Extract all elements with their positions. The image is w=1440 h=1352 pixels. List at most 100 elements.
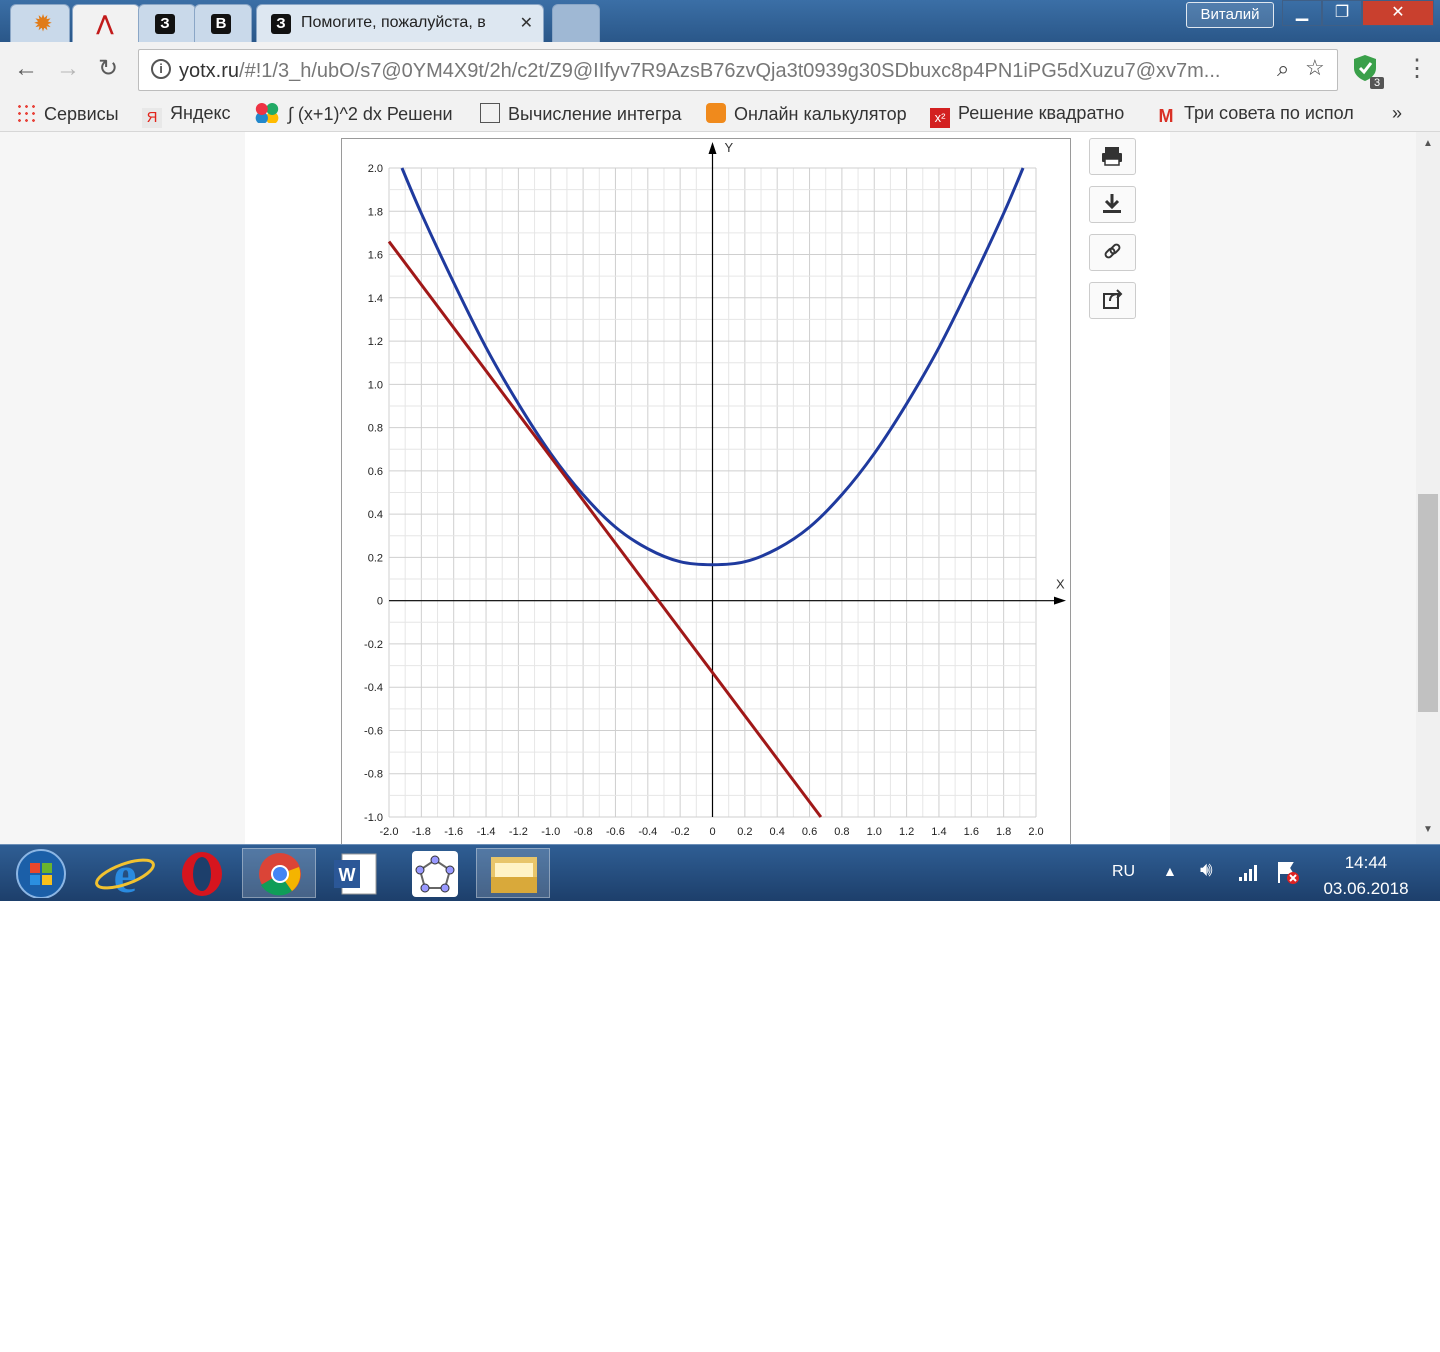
tab-title: Помогите, пожалуйста, в — [301, 14, 486, 31]
taskbar-opera[interactable] — [165, 848, 239, 898]
zoom-icon[interactable]: ⌕ — [1269, 56, 1290, 82]
tick-labels: -2.0 -1.8 -1.6 -1.4 -1.2 -1.0 -0.8 -0.6 -0.4 -0.2… — [364, 163, 1044, 838]
axes: XY — [389, 140, 1066, 817]
graph-panel: XY -2.0 -1.8 -1.6 -1.4 -1.2 -1.0 -0.8 -0.6 -0.4-… — [341, 138, 1071, 844]
yandex-icon: Я — [142, 108, 162, 128]
y-tick-label: 0.4 — [368, 509, 383, 521]
bookmark-services[interactable]: Сервисы — [16, 103, 119, 125]
y-axis-label: Y — [725, 140, 734, 155]
x-tick-label: 0.8 — [834, 826, 849, 838]
signal-icon[interactable] — [1238, 863, 1260, 883]
reload-icon[interactable]: ↻ — [98, 56, 118, 82]
bookmarks-more-button[interactable]: » — [1392, 103, 1402, 124]
x-axis-label: X — [1056, 577, 1065, 592]
taskbar-geogebra[interactable] — [398, 848, 472, 898]
y-tick-label: -1.0 — [364, 812, 383, 824]
back-icon[interactable]: ← — [14, 56, 38, 82]
bookmark-integral[interactable]: ∫ (x+1)^2 dx Решени — [254, 103, 453, 125]
y-tick-label: 1.4 — [368, 293, 383, 305]
letter-v-icon: B — [211, 14, 231, 34]
maximize-button[interactable]: ❐ — [1322, 0, 1362, 26]
y-tick-label: 1.0 — [368, 379, 383, 391]
calculator-icon — [706, 103, 726, 123]
address-bar[interactable]: i yotx.ru/#!1/3_h/ubO/s7@0YM4X9t/2h/c2t/… — [138, 49, 1338, 91]
clock-time[interactable]: 14:44 — [1320, 853, 1412, 873]
scrollbar-thumb[interactable] — [1418, 494, 1438, 712]
forward-icon[interactable]: → — [56, 56, 80, 82]
tab-pinned-active[interactable]: ⋀ — [72, 4, 140, 42]
x-tick-label: 0.4 — [770, 826, 785, 838]
action-center-flag-icon[interactable] — [1274, 859, 1300, 885]
volume-icon[interactable]: 🔊︎ — [1200, 859, 1213, 882]
download-icon — [1103, 194, 1121, 213]
share-icon — [1103, 289, 1123, 309]
print-button[interactable] — [1089, 138, 1136, 175]
menu-icon[interactable]: ⋮ — [1405, 56, 1429, 82]
bookmark-quadratic[interactable]: x² Решение квадратно — [930, 103, 1124, 128]
profile-button[interactable]: Виталий — [1186, 2, 1274, 28]
url-text: yotx.ru/#!1/3_h/ubO/s7@0YM4X9t/2h/c2t/Z9… — [179, 60, 1220, 83]
browser-titlebar: ✹ ⋀ З B З Помогите, пожалуйста, в ✕ Вита… — [0, 0, 1440, 42]
colored-circles-icon — [254, 103, 280, 123]
y-tick-label: -0.4 — [364, 682, 383, 694]
x-tick-label: -0.2 — [671, 826, 690, 838]
taskbar-word[interactable]: W — [320, 848, 394, 898]
letter-z-icon: З — [271, 14, 291, 34]
x-tick-label: -1.8 — [412, 826, 431, 838]
info-icon[interactable]: i — [151, 59, 171, 79]
gmail-icon: M — [1158, 106, 1174, 126]
y-tick-label: 0.2 — [368, 552, 383, 564]
x-tick-label: -0.4 — [638, 826, 657, 838]
bookmark-gmail[interactable]: M Три совета по испол — [1156, 103, 1354, 126]
letter-z-icon: З — [155, 14, 175, 34]
bookmark-online-calc[interactable]: Онлайн калькулятор — [706, 103, 907, 125]
y-axis-arrow — [708, 142, 717, 154]
bookmark-yandex[interactable]: Я Яндекс — [142, 103, 231, 128]
x-tick-label: -2.0 — [380, 826, 399, 838]
taskbar-ie[interactable]: e — [88, 847, 162, 904]
tab-pinned-1[interactable]: ✹ — [10, 4, 70, 42]
y-tick-label: 1.6 — [368, 250, 383, 262]
new-tab-button[interactable] — [552, 4, 600, 42]
extension-badge: 3 — [1370, 77, 1385, 89]
svg-text:W: W — [339, 865, 356, 885]
tray-expand-icon[interactable]: ▲ — [1163, 863, 1177, 879]
y-tick-label: -0.6 — [364, 725, 383, 737]
scroll-down-icon[interactable]: ▼ — [1423, 824, 1433, 835]
tab-pinned-3[interactable]: З — [138, 4, 196, 42]
page-content: XY -2.0 -1.8 -1.6 -1.4 -1.2 -1.0 -0.8 -0.6 -0.4-… — [0, 132, 1416, 844]
minimize-button[interactable]: ▁ — [1282, 0, 1322, 26]
download-button[interactable] — [1089, 186, 1136, 223]
vertical-scrollbar[interactable]: ▲ ▼ — [1416, 132, 1440, 844]
x-tick-label: -0.6 — [606, 826, 625, 838]
opera-icon — [182, 852, 222, 896]
link-icon — [1104, 243, 1121, 259]
x-tick-label: -1.0 — [541, 826, 560, 838]
y-tick-label: 1.2 — [368, 336, 383, 348]
word-icon: W — [334, 853, 377, 895]
x-tick-label: 1.0 — [867, 826, 882, 838]
scroll-up-icon[interactable]: ▲ — [1423, 138, 1433, 149]
bookmark-star-icon[interactable]: ☆ — [1305, 55, 1325, 81]
x-tick-label: 2.0 — [1028, 826, 1043, 838]
bookmark-integral-calc[interactable]: Вычисление интегра — [480, 103, 682, 125]
y-tick-label: 2.0 — [368, 163, 383, 175]
taskbar-explorer[interactable] — [476, 848, 550, 898]
close-icon[interactable]: ✕ — [520, 13, 533, 33]
x-tick-label: -0.8 — [574, 826, 593, 838]
x-tick-label: 1.6 — [964, 826, 979, 838]
x-tick-label: -1.4 — [477, 826, 496, 838]
start-button[interactable] — [6, 848, 80, 899]
graph-site-icon: ⋀ — [96, 13, 114, 35]
folder-icon — [491, 857, 537, 893]
share-button[interactable] — [1089, 282, 1136, 319]
language-indicator[interactable]: RU — [1112, 863, 1135, 881]
clock-date[interactable]: 03.06.2018 — [1312, 879, 1420, 899]
url-path: /#!1/3_h/ubO/s7@0YM4X9t/2h/c2t/Z9@IIfyv7… — [239, 60, 1221, 82]
y-tick-label: 1.8 — [368, 206, 383, 218]
link-button[interactable] — [1089, 234, 1136, 271]
tab-pinned-4[interactable]: B — [194, 4, 252, 42]
tab-question[interactable]: З Помогите, пожалуйста, в ✕ — [256, 4, 544, 42]
taskbar-chrome[interactable] — [242, 848, 316, 898]
close-window-button[interactable]: ✕ — [1362, 0, 1434, 26]
